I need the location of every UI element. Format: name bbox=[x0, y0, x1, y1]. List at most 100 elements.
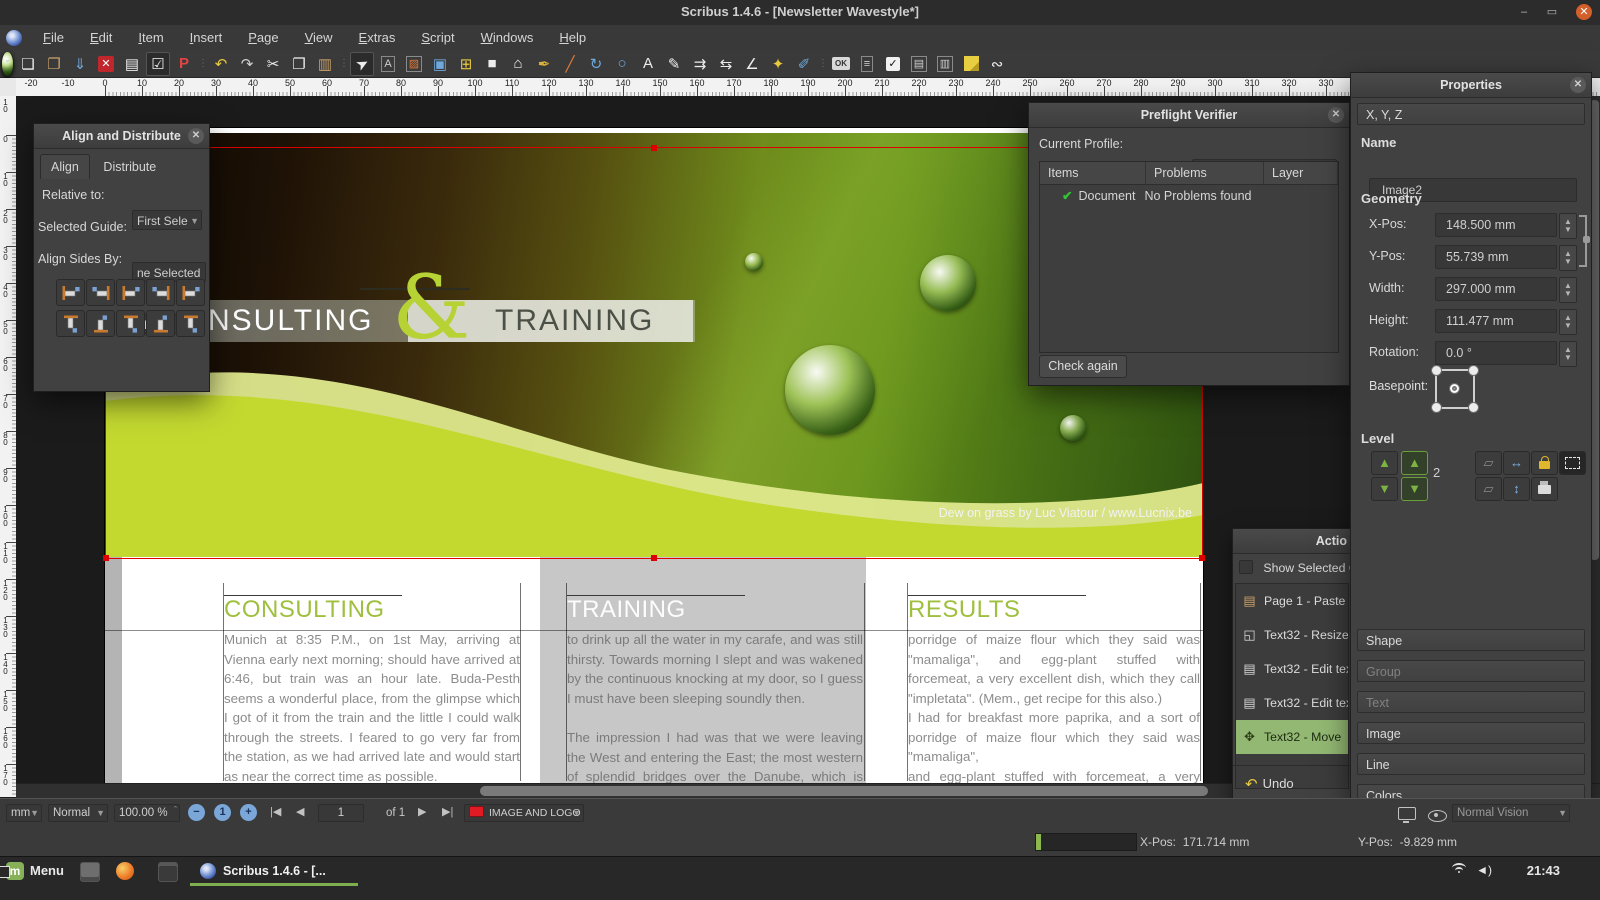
redo-icon[interactable]: ↷ bbox=[235, 52, 259, 76]
measurements-icon[interactable]: ∠ bbox=[740, 52, 764, 76]
save-document-icon[interactable]: ⇓ bbox=[68, 52, 92, 76]
history-item[interactable]: ▤ Text32 - Edit tex bbox=[1236, 686, 1348, 720]
menu-item[interactable]: Help bbox=[546, 25, 599, 50]
unlink-text-frames-icon[interactable]: ⇆ bbox=[714, 52, 738, 76]
geometry-field-value[interactable]: 297.000 mm bbox=[1435, 277, 1557, 301]
lock-size-button[interactable] bbox=[1559, 451, 1586, 475]
new-document-icon[interactable]: ❏ bbox=[16, 52, 40, 76]
browser-icon[interactable] bbox=[116, 862, 134, 880]
menu-item[interactable]: Item bbox=[125, 25, 176, 50]
minimize-button[interactable]: – bbox=[1516, 4, 1532, 20]
cut-icon[interactable]: ✂ bbox=[261, 52, 285, 76]
align-right-to-left-button[interactable] bbox=[56, 279, 85, 306]
pdf-combo-box-icon[interactable]: ▤ bbox=[907, 52, 931, 76]
volume-icon[interactable]: ◄) bbox=[1476, 863, 1492, 877]
close-icon[interactable]: ✕ bbox=[1570, 77, 1586, 93]
column-problems[interactable]: Problems bbox=[1146, 162, 1264, 184]
ruler-corner[interactable] bbox=[0, 78, 17, 97]
close-button[interactable]: ✕ bbox=[1576, 4, 1592, 20]
menu-item[interactable]: Page bbox=[235, 25, 291, 50]
action-history-list[interactable]: ▤ Page 1 - Paste ◱ Text32 - Resize ▤ Tex… bbox=[1235, 583, 1349, 789]
toolbar-separator[interactable]: ⋮ bbox=[818, 52, 827, 76]
print-document-icon[interactable]: ▤ bbox=[120, 52, 144, 76]
dialog-titlebar[interactable]: Align and Distribute ✕ bbox=[34, 124, 209, 149]
training-column[interactable]: TRAINING to drink up all the water in my… bbox=[567, 597, 863, 783]
last-page-button[interactable]: ▶| bbox=[442, 805, 453, 818]
insert-freehand-line-icon[interactable]: ✒ bbox=[532, 52, 556, 76]
flip-object-icon[interactable]: ▱ bbox=[1475, 451, 1502, 475]
show-desktop-icon[interactable] bbox=[80, 862, 100, 882]
copy-icon[interactable]: ❐ bbox=[287, 52, 311, 76]
preflight-results-table[interactable]: Items Problems Layer ✔ Document No Probl… bbox=[1039, 161, 1339, 353]
insert-render-frame-icon[interactable]: ▣ bbox=[428, 52, 452, 76]
history-item[interactable]: ◱ Text32 - Resize bbox=[1236, 618, 1348, 652]
menu-item[interactable]: Edit bbox=[77, 25, 125, 50]
tab-align[interactable]: Align bbox=[40, 154, 90, 179]
align-left-to-right-button[interactable] bbox=[176, 279, 205, 306]
panel-titlebar[interactable]: Properties ✕ bbox=[1351, 73, 1591, 98]
close-icon[interactable]: ✕ bbox=[188, 128, 204, 144]
flip-vertical-button[interactable]: ↕ bbox=[1503, 477, 1530, 501]
open-document-icon[interactable]: ❐ bbox=[42, 52, 66, 76]
history-item[interactable]: ▤ Text32 - Edit tex bbox=[1236, 652, 1348, 686]
align-bottom-button[interactable] bbox=[146, 310, 175, 337]
paste-icon[interactable]: ▥ bbox=[313, 52, 337, 76]
raise-to-top-button[interactable]: ▲ bbox=[1401, 451, 1428, 475]
show-selected-checkbox[interactable] bbox=[1239, 560, 1253, 574]
geometry-field-value[interactable]: 55.739 mm bbox=[1435, 245, 1557, 269]
basepoint-corner[interactable] bbox=[1468, 402, 1479, 413]
link-width-height-icon[interactable] bbox=[1579, 215, 1587, 267]
spinner-buttons[interactable]: ▲▼ bbox=[1559, 245, 1577, 271]
zoom-level-field[interactable]: 100.00 %ˆ bbox=[114, 804, 180, 822]
zoom-tool-icon[interactable]: ○ bbox=[610, 52, 634, 76]
files-icon[interactable] bbox=[158, 862, 178, 882]
consulting-column[interactable]: CONSULTING Munich at 8:35 P.M., on 1st M… bbox=[224, 597, 520, 783]
align-center-horizontal-button[interactable] bbox=[116, 279, 145, 306]
align-top-button[interactable] bbox=[86, 310, 115, 337]
zoom-out-icon[interactable]: − bbox=[188, 804, 205, 821]
insert-table-icon[interactable]: ⊞ bbox=[454, 52, 478, 76]
lower-level-button[interactable]: ▼ bbox=[1371, 477, 1398, 501]
edit-contents-icon[interactable]: A bbox=[636, 52, 660, 76]
quality-combo[interactable]: Normal▼ bbox=[48, 804, 108, 822]
basepoint-corner[interactable] bbox=[1431, 402, 1442, 413]
vision-eye-icon[interactable] bbox=[1428, 810, 1447, 822]
wifi-icon[interactable] bbox=[1452, 863, 1468, 875]
preview-mode-icon[interactable] bbox=[1398, 807, 1416, 820]
insert-image-frame-icon[interactable]: ▨ bbox=[402, 52, 426, 76]
polygon-dropdown-icon[interactable]: ˇ bbox=[2, 52, 13, 76]
close-document-icon[interactable]: ✕ bbox=[94, 52, 118, 76]
toolbar-separator[interactable]: ⋮ bbox=[198, 52, 207, 76]
menu-item[interactable]: File bbox=[30, 25, 77, 50]
history-item[interactable]: ▤ Page 1 - Paste bbox=[1236, 584, 1348, 618]
eye-dropper-icon[interactable]: ✐ bbox=[792, 52, 816, 76]
first-page-button[interactable]: |◀ bbox=[270, 805, 281, 818]
spinner-buttons[interactable]: ▲▼ bbox=[1559, 341, 1577, 367]
select-item-icon[interactable]: ➤ bbox=[350, 52, 374, 76]
insert-polygon-icon[interactable]: ⌂ bbox=[506, 52, 530, 76]
copy-item-properties-icon[interactable]: ✦ bbox=[766, 52, 790, 76]
history-item[interactable]: ✥ Text32 - Move bbox=[1236, 720, 1348, 754]
edit-story-editor-icon[interactable]: ✎ bbox=[662, 52, 686, 76]
pdf-text-annotation-icon[interactable] bbox=[959, 52, 983, 76]
raise-level-button[interactable]: ▲ bbox=[1371, 451, 1398, 475]
column-layer[interactable]: Layer bbox=[1264, 162, 1338, 184]
vertical-ruler[interactable]: 1001020304050607080901001101201301401501… bbox=[0, 96, 17, 797]
zoom-100-icon[interactable]: 1 bbox=[214, 804, 231, 821]
basepoint-widget[interactable] bbox=[1435, 369, 1475, 409]
geometry-field-value[interactable]: 111.477 mm bbox=[1435, 309, 1557, 333]
lock-object-button[interactable] bbox=[1531, 451, 1558, 475]
align-left-button[interactable] bbox=[86, 279, 115, 306]
scribus-task-button[interactable]: Scribus 1.4.6 - [... bbox=[190, 859, 336, 883]
check-again-button[interactable]: Check again bbox=[1039, 355, 1127, 378]
section-line[interactable]: Line bbox=[1357, 753, 1585, 775]
menu-item[interactable]: Script bbox=[408, 25, 467, 50]
scrollbar-thumb[interactable] bbox=[480, 786, 1208, 796]
spinner-buttons[interactable]: ▲▼ bbox=[1559, 309, 1577, 335]
align-top-to-bottom-button[interactable] bbox=[176, 310, 205, 337]
flip-object-vertical-icon[interactable]: ▱ bbox=[1475, 477, 1502, 501]
basepoint-center[interactable] bbox=[1449, 383, 1460, 394]
menu-item[interactable]: Windows bbox=[468, 25, 547, 50]
pdf-push-button-icon[interactable]: OK bbox=[829, 52, 853, 76]
link-text-frames-icon[interactable]: ⇉ bbox=[688, 52, 712, 76]
